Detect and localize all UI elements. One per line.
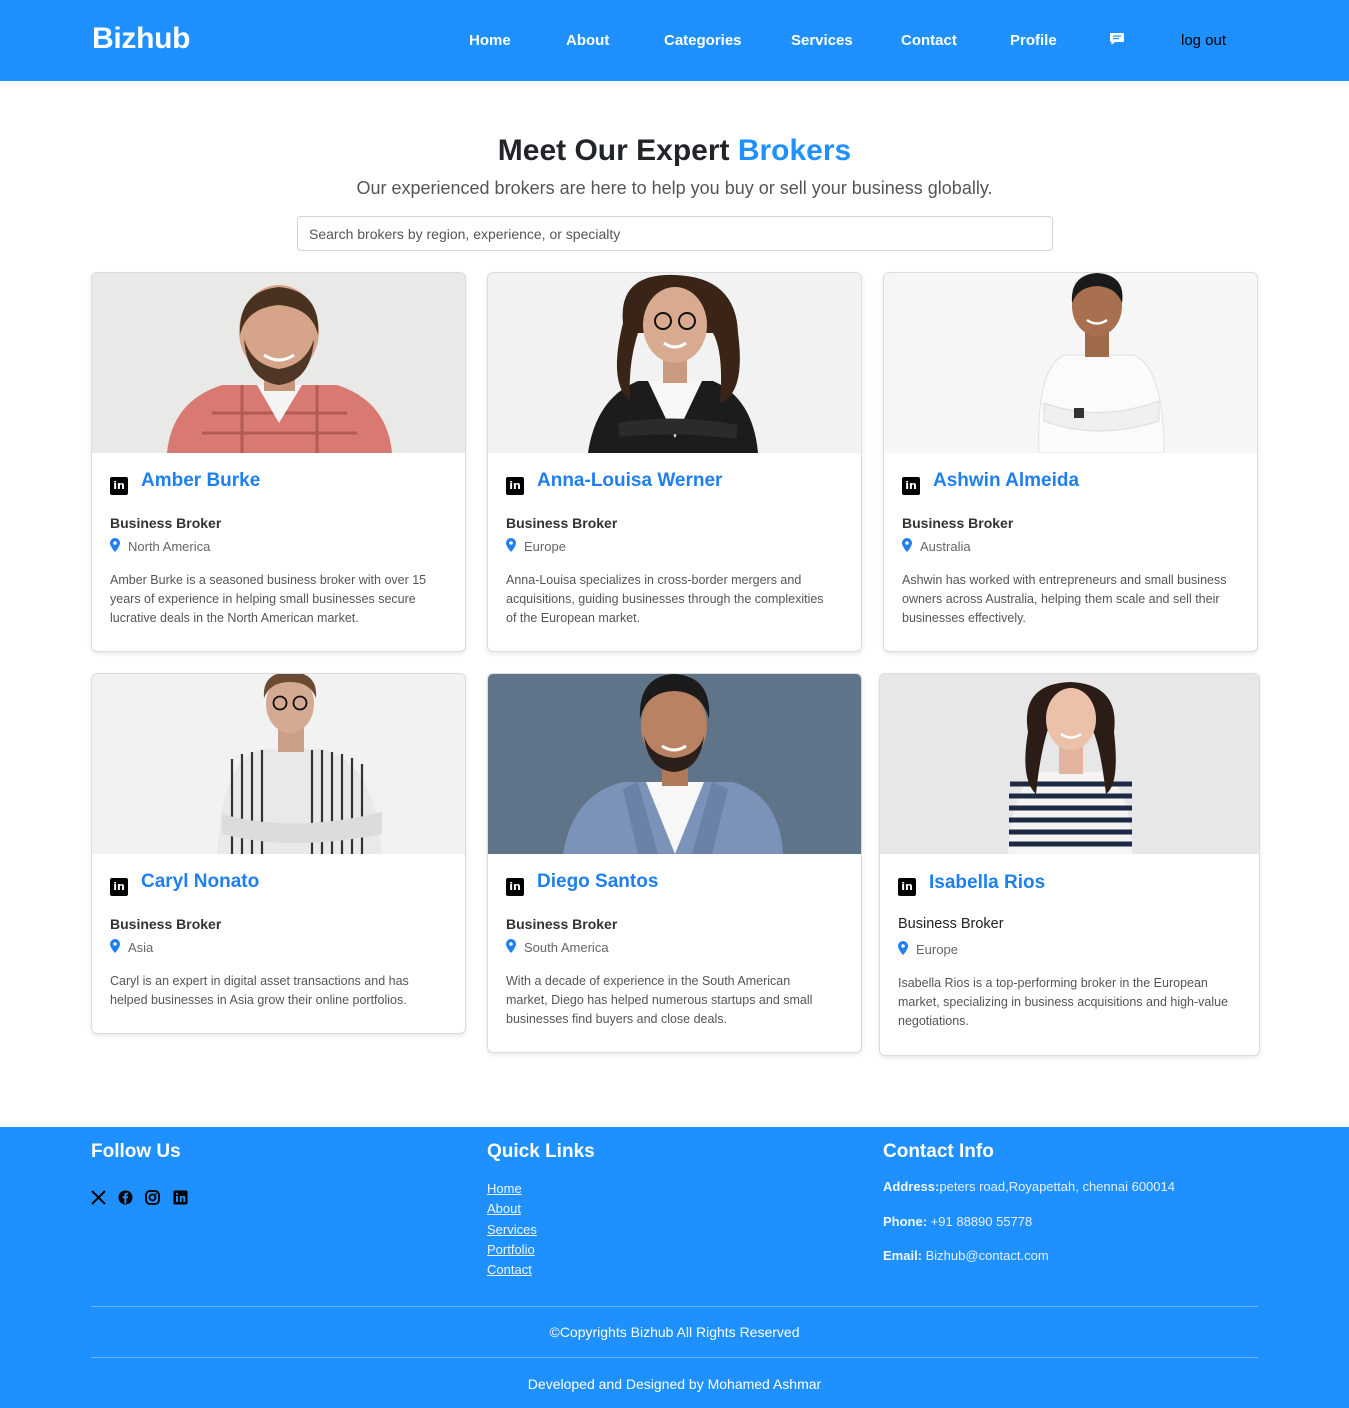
broker-name[interactable]: Anna-Louisa Werner <box>537 470 722 492</box>
linkedin-icon[interactable]: in <box>902 477 920 495</box>
broker-photo <box>488 674 861 854</box>
contact-info: Address:peters road,Royapettah, chennai … <box>883 1179 1175 1283</box>
broker-description: Caryl is an expert in digital asset tran… <box>110 974 409 1007</box>
footer-link-home[interactable]: Home <box>487 1179 537 1199</box>
broker-description: Isabella Rios is a top-performing broker… <box>898 976 1229 1028</box>
nav-services[interactable]: Services <box>791 32 853 49</box>
copyright-text: ©Copyrights Bizhub All Rights Reserved <box>549 1324 800 1340</box>
navbar: Bizhub Home About Categories Services Co… <box>0 0 1349 81</box>
contact-address: Address:peters road,Royapettah, chennai … <box>883 1179 1175 1194</box>
broker-card: in Anna-Louisa Werner Business Broker Eu… <box>487 272 862 652</box>
broker-region: North America <box>128 539 211 554</box>
nav-home[interactable]: Home <box>469 32 511 49</box>
logout-link[interactable]: log out <box>1181 32 1226 49</box>
broker-name[interactable]: Diego Santos <box>537 871 658 893</box>
location-pin-icon <box>506 939 516 953</box>
broker-description: Anna-Louisa specializes in cross-border … <box>506 573 824 625</box>
broker-description: Ashwin has worked with entrepreneurs and… <box>902 573 1227 625</box>
broker-name[interactable]: Amber Burke <box>141 470 260 492</box>
linkedin-icon[interactable]: in <box>506 878 524 896</box>
nav-contact[interactable]: Contact <box>901 32 957 49</box>
broker-photo <box>884 273 1257 453</box>
broker-region: Australia <box>920 539 971 554</box>
broker-card: in Caryl Nonato Business Broker Asia Car… <box>91 673 466 1034</box>
contact-info-heading: Contact Info <box>883 1141 994 1162</box>
broker-region: Asia <box>128 940 154 955</box>
broker-role: Business Broker <box>898 916 1004 932</box>
page-subtitle: Our experienced brokers are here to help… <box>356 178 993 198</box>
page-title: Meet Our Expert Brokers <box>0 134 1349 168</box>
brand-logo[interactable]: Bizhub <box>92 22 190 56</box>
linkedin-icon[interactable]: in <box>110 878 128 896</box>
location-pin-icon <box>898 941 908 955</box>
nav-profile[interactable]: Profile <box>1010 32 1057 49</box>
broker-role: Business Broker <box>110 916 222 932</box>
facebook-icon[interactable] <box>118 1190 133 1205</box>
footer-link-about[interactable]: About <box>487 1199 537 1219</box>
broker-description: Amber Burke is a seasoned business broke… <box>110 573 427 625</box>
title-main: Meet Our Expert <box>497 134 738 167</box>
broker-card: in Amber Burke Business Broker North Ame… <box>91 272 466 652</box>
broker-name[interactable]: Isabella Rios <box>929 872 1045 894</box>
quick-links-heading: Quick Links <box>487 1141 595 1162</box>
broker-role: Business Broker <box>902 515 1014 531</box>
nav-categories[interactable]: Categories <box>664 32 742 49</box>
broker-region: Europe <box>916 942 958 957</box>
nav-about[interactable]: About <box>566 32 609 49</box>
linkedin-icon[interactable]: in <box>506 477 524 495</box>
follow-us-heading: Follow Us <box>91 1141 181 1162</box>
broker-card: in Ashwin Almeida Business Broker Austra… <box>883 272 1258 652</box>
footer-link-contact[interactable]: Contact <box>487 1260 537 1280</box>
broker-photo <box>92 674 465 854</box>
developer-credit: Developed and Designed by Mohamed Ashmar <box>527 1376 822 1392</box>
x-icon[interactable] <box>91 1190 106 1205</box>
footer-divider <box>91 1357 1258 1358</box>
title-accent: Brokers <box>737 134 852 167</box>
location-pin-icon <box>902 538 912 552</box>
quick-links: Home About Services Portfolio Contact <box>487 1179 537 1280</box>
broker-photo <box>880 674 1259 854</box>
footer-divider <box>91 1306 1258 1307</box>
message-icon[interactable] <box>1109 32 1125 46</box>
linkedin-icon[interactable]: in <box>110 477 128 495</box>
broker-search-input[interactable] <box>297 216 1053 251</box>
instagram-icon[interactable] <box>145 1190 160 1205</box>
broker-card: in Diego Santos Business Broker South Am… <box>487 673 862 1053</box>
footer-link-services[interactable]: Services <box>487 1220 537 1240</box>
footer: Follow Us Quick Links Home About Service… <box>0 1127 1349 1408</box>
broker-photo <box>488 273 861 453</box>
linkedin-icon[interactable] <box>173 1190 188 1205</box>
broker-name[interactable]: Ashwin Almeida <box>933 470 1079 492</box>
broker-role: Business Broker <box>506 916 618 932</box>
contact-email: Email: Bizhub@contact.com <box>883 1248 1049 1263</box>
footer-link-portfolio[interactable]: Portfolio <box>487 1240 537 1260</box>
location-pin-icon <box>110 939 120 953</box>
broker-name[interactable]: Caryl Nonato <box>141 871 259 893</box>
linkedin-icon[interactable]: in <box>898 878 916 896</box>
broker-region: South America <box>524 940 609 955</box>
contact-phone: Phone: +91 88890 55778 <box>883 1213 1033 1229</box>
broker-region: Europe <box>524 539 566 554</box>
location-pin-icon <box>110 538 120 552</box>
location-pin-icon <box>506 538 516 552</box>
broker-role: Business Broker <box>506 515 618 531</box>
broker-description: With a decade of experience in the South… <box>506 974 813 1026</box>
broker-photo <box>92 273 465 453</box>
broker-card: in Isabella Rios Business Broker Europe … <box>879 673 1260 1056</box>
broker-role: Business Broker <box>110 515 222 531</box>
